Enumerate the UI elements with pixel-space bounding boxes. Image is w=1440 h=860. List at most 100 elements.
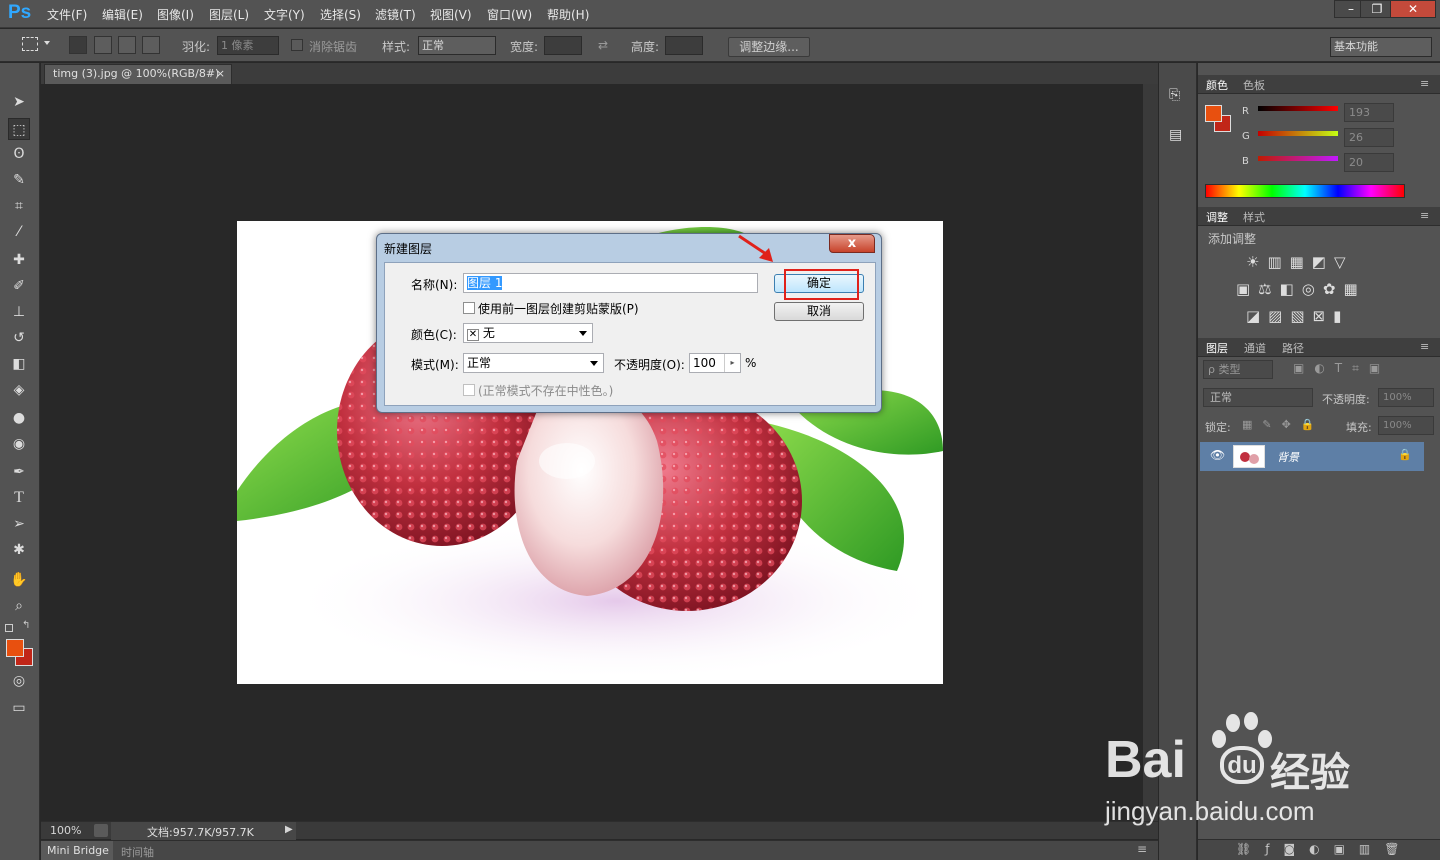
layer-footer-icons[interactable]: ⛓ƒ◙◐▣▥🗑 <box>1236 842 1413 856</box>
tab-layers[interactable]: 图层 <box>1206 340 1228 356</box>
blend-mode-select[interactable]: 正常 <box>1203 388 1313 407</box>
default-colors-icon[interactable] <box>5 624 13 632</box>
move-tool-icon[interactable]: ➤ <box>8 91 30 113</box>
restore-button[interactable]: ❐ <box>1360 0 1394 18</box>
layer-filter-select[interactable]: ρ 类型 <box>1203 360 1273 379</box>
eye-icon[interactable]: 👁 <box>1210 448 1225 462</box>
properties-panel-icon[interactable]: ▤ <box>1169 127 1187 147</box>
brush-tool-icon[interactable]: ✐ <box>8 275 30 297</box>
history-brush-tool-icon[interactable]: ↺ <box>8 327 30 349</box>
menu-layer[interactable]: 图层(L) <box>209 6 249 23</box>
antialias-checkbox[interactable] <box>291 39 303 51</box>
tab-channels[interactable]: 通道 <box>1244 340 1266 356</box>
paint-bucket-tool-icon[interactable]: ◈ <box>8 379 30 401</box>
status-info-icon[interactable] <box>94 824 108 837</box>
layer-name-input[interactable]: 图层 1 <box>463 273 758 293</box>
g-value[interactable]: 26 <box>1344 128 1394 147</box>
close-tab-icon[interactable]: × <box>216 65 225 83</box>
tab-styles[interactable]: 样式 <box>1243 209 1265 225</box>
tab-adjustments[interactable]: 调整 <box>1206 209 1228 225</box>
menu-edit[interactable]: 编辑(E) <box>102 6 143 23</box>
swap-colors-icon[interactable]: ↰ <box>22 620 30 631</box>
zoom-level[interactable]: 100% <box>50 824 81 837</box>
adjustment-icons-row1[interactable]: ☀▥▦◩▽ <box>1246 253 1354 271</box>
path-select-tool-icon[interactable]: ➢ <box>8 513 30 535</box>
marquee-preset-icon[interactable] <box>22 37 38 51</box>
screen-mode-icon[interactable]: ▭ <box>8 697 30 719</box>
dialog-close-button[interactable]: x <box>829 234 875 253</box>
custom-shape-tool-icon[interactable]: ✱ <box>8 539 30 561</box>
color-select[interactable]: ✕ 无 <box>463 323 593 343</box>
add-selection-icon[interactable] <box>94 36 112 54</box>
eraser-tool-icon[interactable]: ◧ <box>8 353 30 375</box>
layer-row[interactable]: 👁 背景 🔒 <box>1200 442 1424 471</box>
layer-opacity-input[interactable]: 100% <box>1378 388 1434 407</box>
preset-dropdown-icon[interactable] <box>44 41 50 45</box>
lock-icons[interactable]: ▦✎✥🔒 <box>1242 418 1325 431</box>
layer-fill-input[interactable]: 100% <box>1378 416 1434 435</box>
type-tool-icon[interactable]: T <box>8 487 30 509</box>
tab-timeline[interactable]: 时间轴 <box>121 844 154 860</box>
panel-menu-icon[interactable]: ≡ <box>1137 842 1147 856</box>
style-select[interactable]: 正常 <box>418 36 496 55</box>
menu-help[interactable]: 帮助(H) <box>547 6 589 23</box>
mode-select[interactable]: 正常 <box>463 353 604 373</box>
b-value[interactable]: 20 <box>1344 153 1394 172</box>
menu-view[interactable]: 视图(V) <box>430 6 472 23</box>
foreground-color-swatch[interactable] <box>6 639 24 657</box>
clone-stamp-tool-icon[interactable]: ⊥ <box>8 301 30 323</box>
refine-edge-button[interactable]: 调整边缘... <box>728 37 810 57</box>
r-value[interactable]: 193 <box>1344 103 1394 122</box>
r-slider[interactable] <box>1258 106 1338 111</box>
adjustment-icons-row2[interactable]: ▣⚖◧◎✿▦ <box>1236 280 1366 298</box>
blur-tool-icon[interactable]: ● <box>8 407 30 429</box>
quick-mask-icon[interactable]: ◎ <box>8 670 30 692</box>
opacity-slider-icon[interactable]: ▸ <box>724 354 740 372</box>
feather-input[interactable]: 1 像素 <box>217 36 279 55</box>
pen-tool-icon[interactable]: ✒ <box>8 461 30 483</box>
crop-tool-icon[interactable]: ⌗ <box>8 195 30 217</box>
menu-window[interactable]: 窗口(W) <box>487 6 532 23</box>
panel-menu-icon[interactable]: ≡ <box>1420 77 1429 90</box>
width-input[interactable] <box>544 36 582 55</box>
menu-image[interactable]: 图像(I) <box>157 6 194 23</box>
history-panel-icon[interactable]: ⎘ <box>1169 87 1187 107</box>
marquee-tool-icon[interactable]: ⬚ <box>8 118 30 140</box>
quick-select-tool-icon[interactable]: ✎ <box>8 169 30 191</box>
subtract-selection-icon[interactable] <box>118 36 136 54</box>
zoom-tool-icon[interactable]: ⌕ <box>8 595 30 617</box>
tab-paths[interactable]: 路径 <box>1282 340 1304 356</box>
b-slider[interactable] <box>1258 156 1338 161</box>
menu-filter[interactable]: 滤镜(T) <box>375 6 416 23</box>
opacity-input[interactable]: 100 ▸ <box>689 353 741 373</box>
eyedropper-tool-icon[interactable]: ⁄ <box>8 221 30 243</box>
dodge-tool-icon[interactable]: ◉ <box>8 433 30 455</box>
clipping-mask-checkbox[interactable] <box>463 302 475 314</box>
panel-menu-icon[interactable]: ≡ <box>1420 340 1429 353</box>
healing-brush-tool-icon[interactable]: ✚ <box>8 249 30 271</box>
status-menu-arrow-icon[interactable]: ▶ <box>285 824 293 835</box>
document-tab[interactable]: timg (3).jpg @ 100%(RGB/8#) × <box>44 64 232 84</box>
neutral-color-checkbox[interactable] <box>463 384 475 396</box>
menu-file[interactable]: 文件(F) <box>47 6 87 23</box>
menu-select[interactable]: 选择(S) <box>320 6 361 23</box>
hand-tool-icon[interactable]: ✋ <box>8 569 30 591</box>
close-window-button[interactable]: ✕ <box>1390 0 1436 18</box>
cancel-button[interactable]: 取消 <box>774 302 864 321</box>
menu-type[interactable]: 文字(Y) <box>264 6 305 23</box>
foreground-swatch[interactable] <box>1205 105 1222 122</box>
workspace-select[interactable]: 基本功能 <box>1330 37 1432 57</box>
layer-filter-icons[interactable]: ▣◐T⌗▣ <box>1293 361 1390 376</box>
panel-menu-icon[interactable]: ≡ <box>1420 209 1429 222</box>
lasso-tool-icon[interactable]: ʘ <box>8 143 30 165</box>
color-spectrum[interactable] <box>1205 184 1405 198</box>
g-slider[interactable] <box>1258 131 1338 136</box>
new-selection-icon[interactable] <box>69 36 87 54</box>
adjustment-icons-row3[interactable]: ◪▨▧⊠▮ <box>1246 307 1349 325</box>
tab-mini-bridge[interactable]: Mini Bridge <box>41 841 113 860</box>
tab-swatches[interactable]: 色板 <box>1243 77 1265 93</box>
swap-dimensions-icon[interactable]: ⇄ <box>598 38 608 52</box>
height-input[interactable] <box>665 36 703 55</box>
tab-color[interactable]: 颜色 <box>1206 77 1228 93</box>
intersect-selection-icon[interactable] <box>142 36 160 54</box>
